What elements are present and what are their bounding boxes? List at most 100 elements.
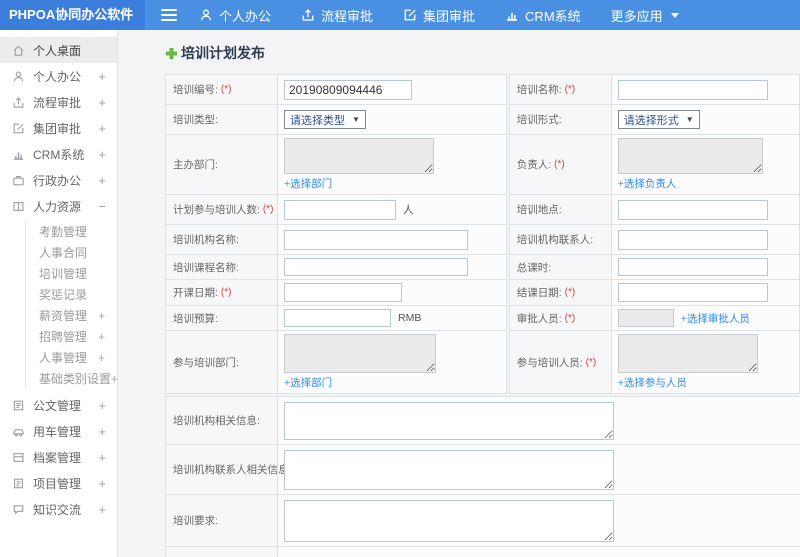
- row-org-contact: 培训机构联系人:: [509, 225, 799, 255]
- nav-workflow-approval[interactable]: 流程审批: [301, 6, 373, 25]
- caret-down-icon: [670, 12, 679, 18]
- org-info-textarea[interactable]: [284, 401, 614, 440]
- row-course-name: 培训课程名称:: [166, 255, 506, 280]
- page-title-row: 培训计划发布: [165, 43, 800, 63]
- field-label: 培训机构联系人:: [509, 225, 612, 254]
- participating-departments-textarea[interactable]: [284, 334, 436, 373]
- sidebar-subitem-rewards-punishments[interactable]: 奖惩记录: [26, 284, 117, 305]
- field-label: 培训预算:: [166, 306, 278, 330]
- nav-group-approval[interactable]: 集团审批: [403, 6, 475, 25]
- training-org-name-input[interactable]: [284, 229, 468, 250]
- field-label: 参与培训人员: (*): [509, 331, 612, 393]
- field-label: 培训机构相关信息:: [166, 397, 278, 444]
- total-hours-input[interactable]: [617, 258, 768, 276]
- sidebar-item-knowledge-exchange[interactable]: 知识交流 +: [0, 496, 117, 522]
- sidebar-item-administrative-office[interactable]: 行政办公 +: [0, 167, 117, 193]
- main-content: 培训计划发布 培训编号:(*) 培训类型: 请选择类型 主办部门: +选择部门 …: [119, 30, 800, 557]
- org-contact-info-textarea[interactable]: [284, 449, 614, 490]
- nav-personal-office[interactable]: 个人办公: [199, 6, 271, 25]
- select-department-link[interactable]: +选择部门: [284, 375, 332, 390]
- person-in-charge-textarea[interactable]: [617, 138, 763, 174]
- sidebar-item-project-management[interactable]: 项目管理 +: [0, 470, 117, 496]
- field-label: 审批人员: (*): [509, 306, 612, 330]
- approvers-input[interactable]: [617, 309, 674, 327]
- book-icon: [12, 200, 25, 213]
- sidebar-item-crm-system[interactable]: CRM系统 +: [0, 141, 117, 167]
- sidebar-item-archive-management[interactable]: 档案管理 +: [0, 444, 117, 470]
- end-date-input[interactable]: [617, 283, 768, 302]
- sidebar-subitem-recruitment[interactable]: 招聘管理 +: [26, 326, 117, 347]
- field-label: 培训机构联系人相关信息:: [166, 445, 291, 494]
- sidebar-subitem-hr-contract[interactable]: 人事合同: [26, 242, 117, 263]
- form-columns: 培训编号:(*) 培训类型: 请选择类型 主办部门: +选择部门 计划参与培训人…: [165, 74, 800, 394]
- nav-label: CRM系统: [525, 8, 581, 24]
- sidebar-subitem-salary-management[interactable]: 薪资管理 +: [26, 305, 117, 326]
- edit-icon: [12, 122, 25, 135]
- sidebar-item-group-approval[interactable]: 集团审批 +: [0, 115, 117, 141]
- nav-more-apps[interactable]: 更多应用: [611, 6, 679, 25]
- course-name-input[interactable]: [284, 258, 468, 276]
- field-label: 培训形式:: [509, 105, 612, 134]
- select-participants-link[interactable]: +选择参与人员: [618, 375, 687, 390]
- row-training-format: 培训形式: 请选择形式: [509, 105, 799, 135]
- field-label: 结课日期: (*): [509, 280, 612, 305]
- sidebar-item-personal-office[interactable]: 个人办公 +: [0, 63, 117, 89]
- row-planned-participants: 计划参与培训人数: (*) 人: [166, 195, 506, 225]
- select-person-in-charge-link[interactable]: +选择负责人: [618, 176, 677, 191]
- sidebar-subitem-attendance[interactable]: 考勤管理: [26, 221, 117, 242]
- field-label: 培训名称: (*): [509, 75, 612, 104]
- row-org-info: 培训机构相关信息:: [166, 397, 800, 445]
- training-participants-textarea[interactable]: [617, 334, 758, 373]
- top-nav: 个人办公 流程审批 集团审批 CRM系统 更多应用: [199, 6, 679, 25]
- sidebar-item-workflow-approval[interactable]: 流程审批 +: [0, 89, 117, 115]
- nav-label: 更多应用: [610, 8, 663, 24]
- training-number-input[interactable]: [284, 79, 412, 100]
- field-label: 培训类型:: [166, 105, 278, 134]
- row-attachment: 附件文档: +附件上传: [166, 547, 800, 557]
- training-budget-input[interactable]: [284, 309, 391, 327]
- sidebar-item-vehicle-management[interactable]: 用车管理 +: [0, 418, 117, 444]
- edit-icon: [403, 8, 417, 22]
- training-location-input[interactable]: [617, 199, 768, 220]
- user-icon: [199, 8, 213, 22]
- field-label: 主办部门:: [166, 135, 278, 194]
- page-title: 培训计划发布: [181, 45, 265, 61]
- row-training-number: 培训编号: (*): [166, 75, 506, 105]
- sidebar-subitem-personnel-management[interactable]: 人事管理 +: [26, 347, 117, 368]
- sidebar-item-personal-desktop[interactable]: 个人桌面: [0, 37, 117, 63]
- archive-icon: [12, 451, 25, 464]
- row-approvers: 审批人员: (*) +选择审批人员: [509, 306, 799, 331]
- sidebar-subitem-training-management[interactable]: 培训管理: [26, 263, 117, 284]
- sidebar-item-official-documents[interactable]: 公文管理 +: [0, 392, 117, 418]
- org-contact-input[interactable]: [617, 229, 768, 250]
- user-icon: [12, 70, 25, 83]
- sidebar-item-human-resources[interactable]: 人力资源 −: [0, 193, 117, 219]
- select-approvers-link[interactable]: +选择审批人员: [681, 311, 750, 326]
- row-training-participants: 参与培训人员: (*) +选择参与人员: [509, 331, 799, 393]
- select-department-link[interactable]: +选择部门: [284, 176, 332, 191]
- form-table-left: 培训编号:(*) 培训类型: 请选择类型 主办部门: +选择部门 计划参与培训人…: [165, 74, 507, 394]
- start-date-input[interactable]: [284, 283, 402, 302]
- field-label: 培训课程名称:: [166, 255, 278, 279]
- sidebar-subitem-base-category-settings[interactable]: 基础类别设置 +: [26, 368, 118, 389]
- field-label: 培训编号: (*): [166, 75, 278, 104]
- row-total-hours: 总课时:: [509, 255, 799, 280]
- nav-crm-system[interactable]: CRM系统: [505, 6, 581, 25]
- hamburger-menu-icon[interactable]: [161, 6, 177, 24]
- training-format-select[interactable]: 请选择形式: [617, 110, 700, 129]
- training-type-select[interactable]: 请选择类型: [284, 110, 366, 129]
- host-department-textarea[interactable]: [284, 138, 434, 174]
- flow-arrow-icon: [301, 8, 315, 22]
- row-training-requirements: 培训要求:: [166, 495, 800, 547]
- training-name-input[interactable]: [617, 79, 768, 100]
- bar-chart-icon: [12, 148, 25, 161]
- chat-icon: [12, 503, 25, 516]
- row-training-type: 培训类型: 请选择类型: [166, 105, 506, 135]
- row-org-contact-info: 培训机构联系人相关信息:: [166, 445, 800, 495]
- row-end-date: 结课日期: (*): [509, 280, 799, 306]
- training-requirements-textarea[interactable]: [284, 499, 614, 542]
- form-table-right: 培训名称:(*) 培训形式: 请选择形式 负责人:(*) +选择负责人 培训地点…: [508, 74, 800, 394]
- phpoa-app: { "header": { "logo": "PHPOA协同办公软件", "na…: [0, 0, 800, 557]
- clipboard-icon: [12, 477, 25, 490]
- planned-participants-input[interactable]: [284, 199, 396, 220]
